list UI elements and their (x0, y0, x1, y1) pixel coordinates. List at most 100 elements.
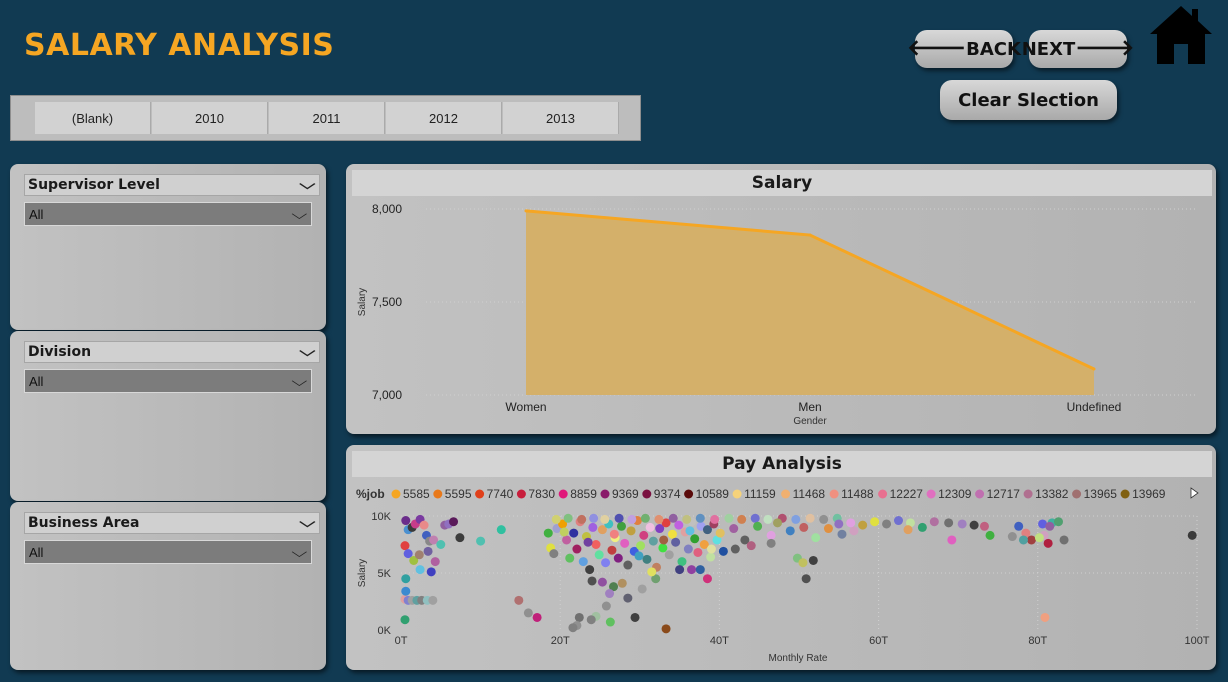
data-point (1043, 538, 1053, 548)
data-point (763, 514, 773, 524)
data-point (419, 520, 429, 530)
legend-title: %job (356, 487, 385, 501)
data-point (430, 557, 440, 567)
data-point (613, 553, 623, 563)
clear-selection-button[interactable]: Clear Slection (940, 80, 1117, 120)
data-point (634, 551, 644, 561)
legend-item: 11488 (841, 487, 874, 501)
data-point (630, 612, 640, 622)
data-point (766, 538, 776, 548)
data-point (695, 513, 705, 523)
data-point (597, 577, 607, 587)
data-point (702, 574, 712, 584)
data-point (1053, 517, 1063, 527)
data-point (562, 535, 572, 545)
business-area-dropdown[interactable]: All ⌵ (24, 540, 312, 564)
legend-swatch (1072, 489, 1082, 499)
data-point (1040, 612, 1050, 622)
home-icon[interactable] (1148, 4, 1214, 66)
data-point (724, 513, 734, 523)
data-point (746, 541, 756, 551)
data-point (476, 536, 486, 546)
back-button[interactable]: 🡐 BACK (907, 30, 1021, 68)
x-tick-label: 80T (1028, 635, 1047, 647)
year-option-2012[interactable]: 2012 (386, 102, 502, 134)
data-point (1045, 521, 1055, 531)
data-point (607, 545, 617, 555)
data-point (568, 623, 578, 633)
data-point (823, 524, 833, 534)
legend-item: 8859 (570, 487, 597, 501)
data-point (532, 612, 542, 622)
data-point (805, 513, 815, 523)
data-point (605, 589, 615, 599)
data-point (985, 530, 995, 540)
x-tick-label: 0T (395, 635, 408, 647)
legend-item: 9374 (654, 487, 681, 501)
data-point (929, 517, 939, 527)
data-point (574, 612, 584, 622)
data-point (1187, 530, 1197, 540)
data-point (436, 540, 446, 549)
data-point (623, 593, 633, 603)
chevron-down-icon: ⌵ (291, 372, 308, 389)
slicer-header[interactable]: Division ⌵ (24, 341, 320, 363)
data-point (729, 524, 739, 534)
division-slicer: Division ⌵ All ⌵ (10, 331, 326, 501)
chevron-down-icon: ⌵ (299, 344, 316, 360)
legend-swatch (926, 489, 936, 499)
data-point (601, 601, 611, 611)
legend-swatch (642, 489, 652, 499)
data-point (957, 519, 967, 529)
y-tick-label: 8,000 (372, 202, 402, 216)
data-point (1059, 535, 1069, 545)
data-point (1007, 532, 1017, 542)
data-point (658, 543, 668, 553)
legend-scroll-icon (1190, 487, 1199, 499)
slicer-header[interactable]: Supervisor Level ⌵ (24, 174, 320, 196)
data-point (710, 514, 720, 524)
data-point (944, 518, 954, 528)
year-option-2010[interactable]: 2010 (152, 102, 268, 134)
slicer-header[interactable]: Business Area ⌵ (24, 512, 320, 534)
year-option-blank[interactable]: (Blank) (35, 102, 151, 134)
supervisor-level-dropdown[interactable]: All ⌵ (24, 202, 312, 226)
data-point (947, 535, 957, 545)
legend-swatch (829, 489, 839, 499)
data-point (664, 550, 674, 560)
data-point (690, 534, 700, 544)
data-point (623, 560, 633, 570)
slicer-title: Supervisor Level (28, 177, 160, 193)
legend-item: 11159 (744, 487, 776, 501)
data-point (882, 519, 892, 529)
legend-item: 5585 (403, 487, 430, 501)
chevron-down-icon: ⌵ (291, 543, 308, 560)
legend-item: 13969 (1132, 487, 1166, 501)
data-point (648, 536, 658, 546)
data-point (449, 517, 459, 527)
data-point (549, 549, 559, 559)
data-point (661, 624, 671, 634)
chevron-down-icon: ⌵ (299, 515, 316, 531)
legend-swatch (1120, 489, 1130, 499)
data-point (614, 513, 624, 523)
data-point (753, 521, 763, 531)
year-option-2013[interactable]: 2013 (503, 102, 619, 134)
year-option-2011[interactable]: 2011 (269, 102, 385, 134)
data-point (594, 550, 604, 560)
data-point (583, 537, 593, 547)
data-point (903, 525, 913, 535)
chevron-down-icon: ⌵ (291, 205, 308, 222)
data-point (685, 526, 695, 536)
data-point (819, 514, 829, 524)
next-button[interactable]: NEXT 🡒 (1022, 30, 1134, 68)
data-point (569, 528, 579, 538)
data-point (801, 574, 811, 584)
division-dropdown[interactable]: All ⌵ (24, 369, 312, 393)
legend-swatch (475, 489, 485, 499)
legend-item: 10589 (696, 487, 730, 501)
data-point (455, 533, 465, 543)
data-point (683, 544, 693, 554)
data-point (617, 578, 627, 588)
data-point (870, 517, 880, 527)
